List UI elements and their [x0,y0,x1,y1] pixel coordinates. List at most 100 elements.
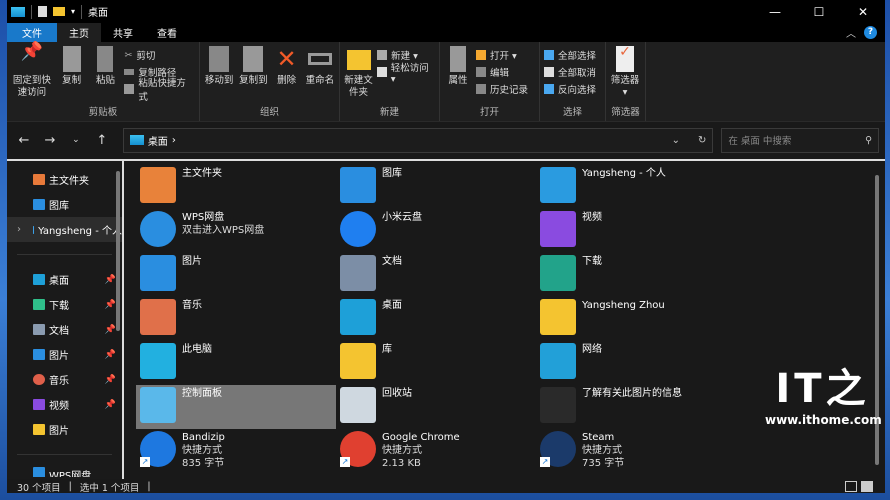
file-item[interactable]: 音乐 [136,297,336,341]
breadcrumb-chevron-icon[interactable]: › [172,135,176,146]
pin-icon[interactable]: 📌 [105,300,116,310]
file-item[interactable]: 视频 [536,209,736,253]
maximize-button[interactable]: ☐ [797,0,841,23]
sidebar-item-pictures-folder[interactable]: 图片 [7,417,122,442]
file-item[interactable]: ↗ Google Chrome 快捷方式 2.13 KB [336,429,536,473]
divider [17,254,112,255]
back-button[interactable]: ← [13,133,35,148]
sidebar-item-pictures[interactable]: 图片 📌 [7,342,122,367]
file-item[interactable]: 文档 [336,253,536,297]
item-name: 控制面板 [182,388,222,399]
close-button[interactable]: ✕ [841,0,885,23]
select-all-button[interactable]: 全部选择 [544,48,596,62]
edit-button[interactable]: 编辑 [476,65,528,79]
pin-icon[interactable]: 📌 [105,325,116,335]
file-item[interactable]: 图库 [336,165,536,209]
tab-home[interactable]: 主页 [57,23,101,42]
rename-icon [307,53,332,65]
cut-button[interactable]: ✂ 剪切 [124,48,195,63]
file-item[interactable]: 库 [336,341,536,385]
refresh-icon[interactable]: ↻ [698,135,706,146]
wps-cloud-icon [33,467,45,477]
sidebar-item-music[interactable]: 音乐 📌 [7,367,122,392]
sidebar-item-videos[interactable]: 视频 📌 [7,392,122,417]
address-bar[interactable]: 桌面 › ⌄ ↻ [122,127,714,153]
spotlight-info-icon [540,387,576,423]
file-item[interactable]: Yangsheng - 个人 [536,165,736,209]
select-none-button[interactable]: 全部取消 [544,65,596,79]
onedrive-folder-icon [540,167,576,203]
open-button[interactable]: 打开 ▾ [476,48,528,62]
pin-icon[interactable]: 📌 [105,375,116,385]
address-dropdown-icon[interactable]: ⌄ [672,135,680,146]
title-bar: ▾ 桌面 — ☐ ✕ [7,0,885,23]
pin-icon[interactable]: 📌 [105,400,116,410]
tab-file[interactable]: 文件 [7,23,57,42]
tab-view[interactable]: 查看 [145,23,189,42]
file-item[interactable]: Yangsheng Zhou [536,297,736,341]
paste-icon [97,46,114,72]
copy-icon [62,46,81,72]
properties-quick-icon[interactable] [38,6,47,17]
sidebar-item-home[interactable]: 主文件夹 [7,167,122,192]
group-label: 选择 [562,107,582,118]
gallery-icon [340,167,376,203]
expand-chevron-icon[interactable]: › [17,224,21,235]
item-name: Bandizip [182,432,225,443]
pin-icon[interactable]: 📌 [105,350,116,360]
paste-shortcut-button[interactable]: 粘贴快捷方式 [124,78,195,103]
file-item[interactable]: 主文件夹 [136,165,336,209]
sidebar-item-desktop[interactable]: 桌面 📌 [7,267,122,292]
file-item[interactable]: ↗ Bandizip 快捷方式 835 字节 [136,429,336,473]
item-name: 下载 [582,256,602,267]
music-icon [33,374,45,385]
item-name: 库 [382,344,392,355]
file-item[interactable]: 控制面板 [136,385,336,429]
file-item[interactable]: 图片 [136,253,336,297]
quick-access-dropdown-icon[interactable]: ▾ [71,7,75,16]
sidebar-scrollbar[interactable] [116,171,120,331]
item-sub: 快捷方式 [182,445,222,456]
item-size: 2.13 KB [382,458,421,469]
divider: | [68,481,72,492]
file-item[interactable]: 下载 [536,253,736,297]
file-item[interactable]: ↗ Steam 快捷方式 735 字节 [536,429,736,473]
gallery-icon [33,199,45,210]
file-item[interactable]: 桌面 [336,297,536,341]
tab-share[interactable]: 共享 [101,23,145,42]
videos-icon [33,399,45,410]
forward-button[interactable]: → [39,133,61,148]
collapse-ribbon-icon[interactable]: ︿ [846,25,856,40]
large-icons-view-button[interactable] [861,481,873,492]
details-view-button[interactable] [845,481,857,492]
history-button[interactable]: 历史记录 [476,82,528,96]
pin-icon[interactable]: 📌 [105,275,116,285]
pictures-icon [33,349,45,360]
sidebar-item-downloads[interactable]: 下载 📌 [7,292,122,317]
file-item[interactable]: WPS网盘 双击进入WPS网盘 [136,209,336,253]
help-icon[interactable]: ? [864,26,877,39]
file-item[interactable]: 小米云盘 [336,209,536,253]
sidebar-item-gallery[interactable]: 图库 [7,192,122,217]
home-icon [33,174,45,185]
search-icon[interactable]: ⚲ [865,135,872,146]
file-item[interactable]: 回收站 [336,385,536,429]
sidebar-item-wps[interactable]: WPS网盘 [7,467,122,477]
minimize-button[interactable]: — [753,0,797,23]
invert-selection-button[interactable]: 反向选择 [544,82,596,96]
open-folder-icon [476,50,486,60]
file-item[interactable]: 此电脑 [136,341,336,385]
recent-locations-button[interactable]: ⌄ [65,135,87,145]
file-item[interactable]: 网络 [536,341,736,385]
sidebar-item-documents[interactable]: 文档 📌 [7,317,122,342]
wps-cloud-icon [140,211,176,247]
breadcrumb-desktop[interactable]: 桌面 [148,133,168,148]
item-name: 视频 [582,212,602,223]
file-item[interactable]: 了解有关此图片的信息 [536,385,736,429]
up-button[interactable]: ↑ [91,133,113,148]
new-folder-quick-icon[interactable] [53,7,65,16]
group-open: 属性 打开 ▾ 编辑 历史记录 打开 [440,42,540,121]
easy-access-button[interactable]: 轻松访问 ▾ [377,63,435,85]
search-input[interactable]: 在 桌面 中搜索 ⚲ [721,127,880,153]
sidebar-item-onedrive[interactable]: › Yangsheng - 个人 [7,217,122,242]
